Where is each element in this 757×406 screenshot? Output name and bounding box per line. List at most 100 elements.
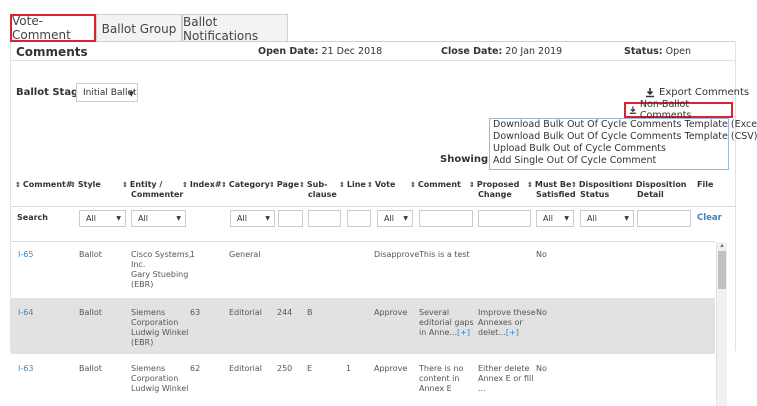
export-comments-button[interactable]: Export Comments: [645, 87, 749, 98]
tab-ballot-group[interactable]: Ballot Group: [96, 14, 182, 42]
col-comment[interactable]: ⇕ Comment: [410, 180, 461, 190]
comment-id-link[interactable]: I-64: [18, 308, 33, 318]
cell-page: 250: [277, 364, 293, 373]
tab-label: Ballot Group: [101, 21, 177, 36]
cell-must-be: No: [536, 308, 547, 317]
tab-vote-comment[interactable]: Vote-Comment: [10, 14, 96, 42]
sort-icon: ⇕: [269, 181, 275, 189]
filter-proposed-input[interactable]: [478, 210, 531, 227]
cell-subclause: B: [307, 308, 313, 317]
caret-down-icon: ▼: [116, 215, 121, 222]
filter-disposition-detail-input[interactable]: [637, 210, 691, 227]
tab-ballot-notifications[interactable]: Ballot Notifications: [182, 14, 288, 43]
filter-style-select[interactable]: All ▼: [79, 210, 126, 227]
cell-category: Editorial: [229, 308, 263, 317]
clear-filters-link[interactable]: Clear: [697, 213, 722, 223]
col-label-2: Satisfied: [536, 190, 576, 199]
entity-line: (EBR): [131, 338, 154, 347]
filter-line-input[interactable]: [347, 210, 371, 227]
comment-id-link[interactable]: I-65: [18, 250, 33, 260]
sort-icon: ⇕: [122, 181, 128, 189]
col-label: Proposed: [476, 180, 520, 189]
cell-entity: Siemens Corporation Ludwig Winkel: [131, 364, 188, 394]
comment-line: editorial gaps: [419, 318, 474, 327]
ballot-stage-select[interactable]: Initial Ballot ▼: [76, 83, 138, 102]
sort-icon: ⇕: [469, 181, 475, 189]
cell-must-be: No: [536, 250, 547, 259]
filter-disposition-status-select[interactable]: All ▼: [580, 210, 634, 227]
cell-comment: There is no content in Annex E: [419, 364, 463, 394]
filter-category-select[interactable]: All ▼: [230, 210, 275, 227]
comment-id-link[interactable]: I-63: [18, 364, 33, 374]
col-disposition-detail[interactable]: ⇕ Disposition Detail: [628, 180, 687, 200]
col-label: Page: [276, 180, 300, 189]
close-date-value: 20 Jan 2019: [505, 46, 563, 57]
table-row[interactable]: I-65 Ballot Cisco Systems, Inc. Gary Stu…: [11, 242, 715, 298]
menu-item-download-excel[interactable]: Download Bulk Out Of Cycle Comments Temp…: [490, 119, 757, 131]
sort-icon: ⇕: [367, 181, 373, 189]
menu-item-add-single[interactable]: Add Single Out Of Cycle Comment: [490, 155, 728, 167]
col-proposed-change[interactable]: ⇕ Proposed Change: [469, 180, 519, 200]
expand-proposed-link[interactable]: [+]: [506, 328, 519, 337]
filter-value: All: [587, 214, 597, 223]
entity-line: Siemens: [131, 308, 166, 317]
col-line[interactable]: ⇕ Line: [339, 180, 366, 190]
col-index[interactable]: ⇕ Index#: [182, 180, 222, 190]
entity-line: Ludwig Winkel: [131, 328, 189, 337]
cell-entity: Siemens Corporation Ludwig Winkel (EBR): [131, 308, 188, 348]
col-entity[interactable]: ⇕ Entity / Commenter: [122, 180, 183, 200]
filter-must-be-select[interactable]: All ▼: [536, 210, 574, 227]
status-label: Status:: [624, 46, 663, 57]
filter-entity-select[interactable]: All ▼: [131, 210, 186, 227]
col-label: Disposition: [635, 180, 687, 189]
col-file: File: [697, 180, 713, 190]
caret-down-icon: ▼: [265, 215, 270, 222]
col-subclause[interactable]: ⇕ Sub-clause: [299, 180, 337, 200]
filter-subclause-input[interactable]: [308, 210, 341, 227]
cell-proposed: Either delete Annex E or fill ...: [478, 364, 533, 394]
table-row[interactable]: I-63 Ballot Siemens Corporation Ludwig W…: [11, 354, 715, 406]
col-label: Index#: [189, 180, 222, 189]
non-ballot-comments-button[interactable]: Non-Ballot Comments: [624, 99, 733, 121]
col-label: Category: [228, 180, 270, 189]
tab-label: Vote-Comment: [12, 14, 71, 42]
col-label: Comment: [417, 180, 461, 189]
col-comment-number[interactable]: ⇕ Comment#: [15, 180, 73, 190]
filter-value: All: [138, 214, 148, 223]
caret-down-icon: ▼: [128, 90, 134, 98]
menu-item-download-csv[interactable]: Download Bulk Out Of Cycle Comments Temp…: [490, 131, 757, 143]
col-label-2: clause: [308, 190, 337, 199]
cell-index: 1: [190, 250, 196, 259]
cell-style: Ballot: [79, 308, 102, 317]
cell-must-be: No: [536, 364, 547, 373]
entity-line: (EBR): [131, 280, 154, 289]
col-page[interactable]: ⇕ Page: [269, 180, 299, 190]
col-category[interactable]: ⇕ Category: [221, 180, 270, 190]
filter-page-input[interactable]: [278, 210, 303, 227]
col-must-be-satisfied[interactable]: ⇕ Must Be Satisfied: [527, 180, 576, 200]
expand-comment-link[interactable]: [+]: [457, 328, 470, 337]
table-row[interactable]: I-64 Ballot Siemens Corporation Ludwig W…: [11, 298, 715, 354]
col-label-2: Commenter: [131, 190, 184, 199]
caret-down-icon: ▼: [176, 215, 181, 222]
col-style[interactable]: ⇕ Style: [70, 180, 101, 190]
cell-page: 244: [277, 308, 293, 317]
comment-line: Annex E: [419, 384, 452, 393]
cell-comment: This is a test: [419, 250, 470, 259]
comment-line: content in: [419, 374, 460, 383]
scroll-thumb[interactable]: [718, 251, 726, 289]
entity-line: Cisco Systems,: [131, 250, 192, 259]
filter-vote-select[interactable]: All ▼: [377, 210, 413, 227]
entity-line: Siemens: [131, 364, 166, 373]
filter-comment-input[interactable]: [419, 210, 473, 227]
col-vote[interactable]: ⇕ Vote: [367, 180, 395, 190]
cell-entity: Cisco Systems, Inc. Gary Stuebing (EBR): [131, 250, 191, 290]
caret-down-icon: ▼: [564, 215, 569, 222]
col-disposition-status[interactable]: ⇕ Disposition Status: [571, 180, 630, 200]
menu-item-upload-bulk[interactable]: Upload Bulk Out of Cycle Comments: [490, 143, 728, 155]
cell-comment: Several editorial gaps in Anne...[+]: [419, 308, 474, 338]
proposed-line: Annex E or fill: [478, 374, 534, 383]
scroll-up-icon[interactable]: ▲: [719, 243, 725, 249]
open-date-value: 21 Dec 2018: [321, 46, 383, 57]
entity-line: Inc.: [131, 260, 146, 269]
